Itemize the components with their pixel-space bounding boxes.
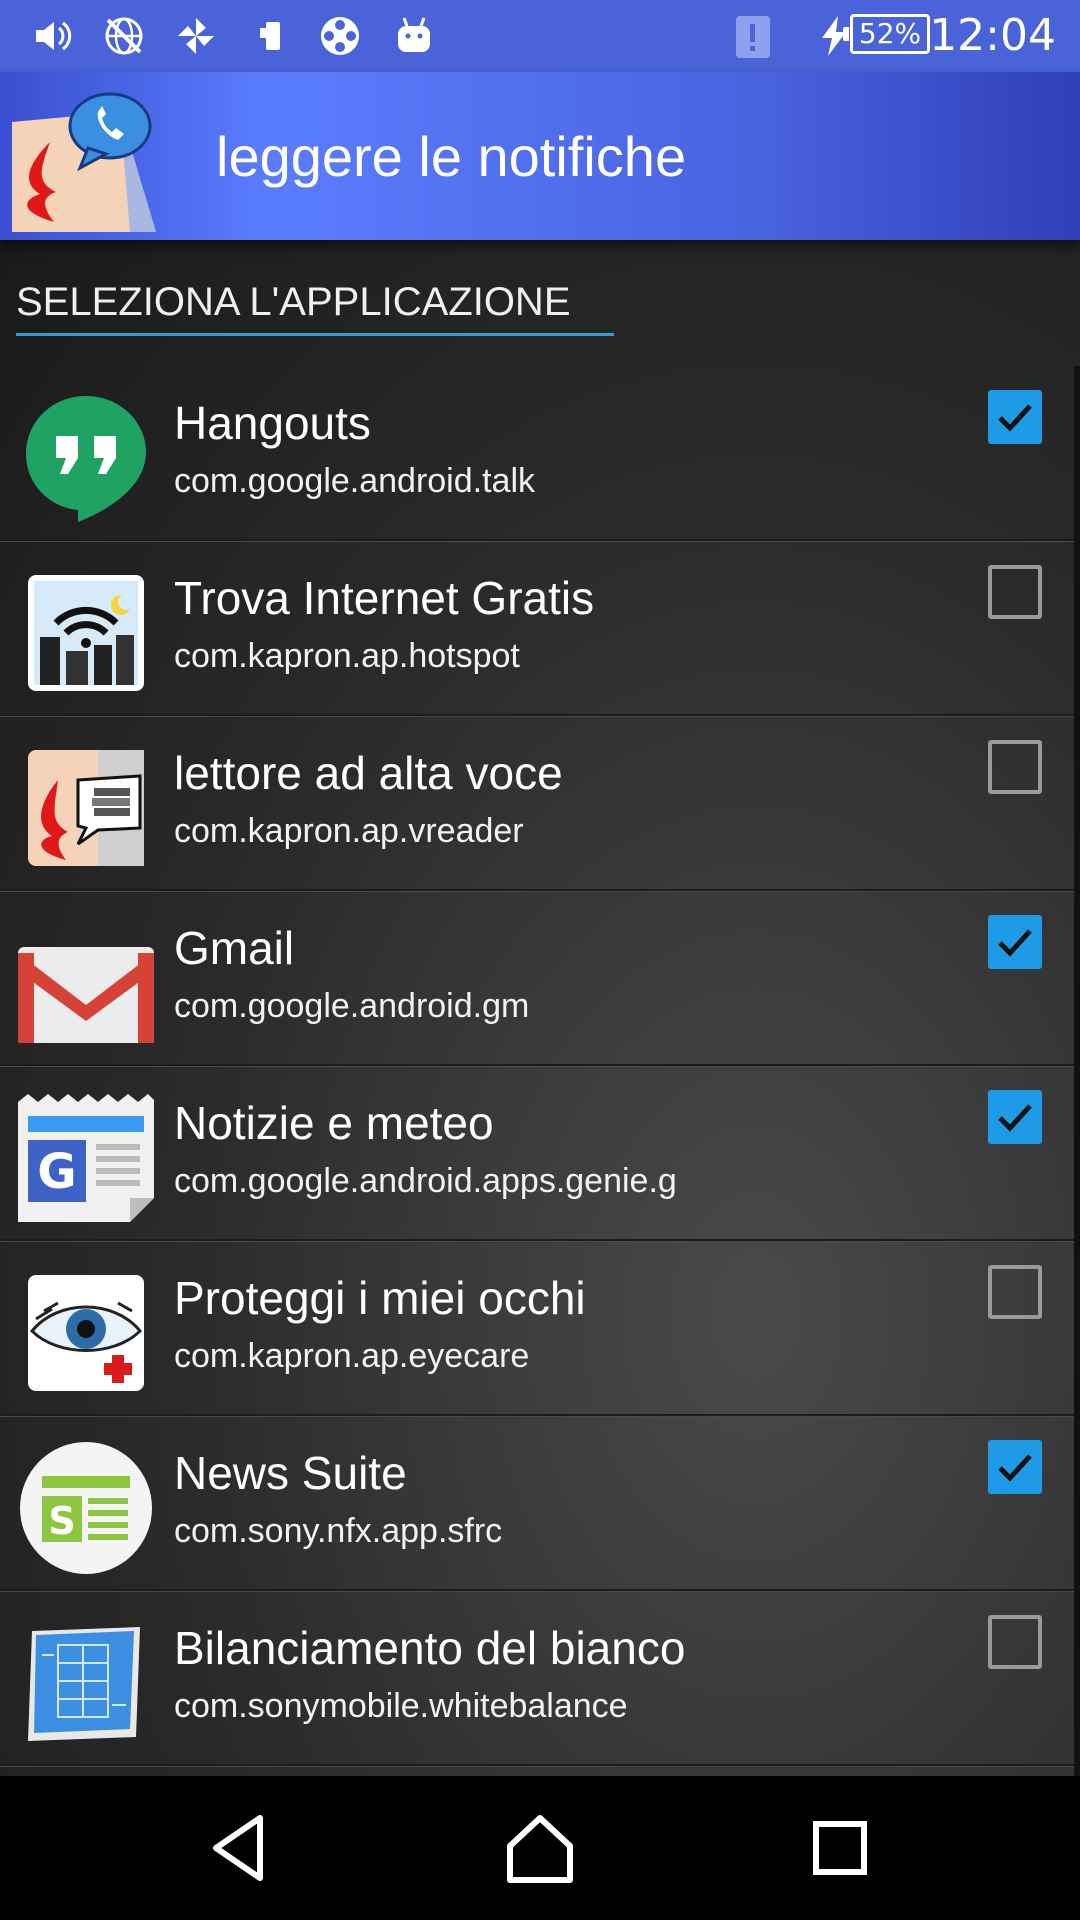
- app-logo-icon: [12, 92, 156, 232]
- app-package: com.sonymobile.whitebalance: [174, 1687, 628, 1725]
- app-checkbox[interactable]: [988, 565, 1042, 619]
- app-checkbox[interactable]: [988, 740, 1042, 794]
- section-header: SELEZIONA L'APPLICAZIONE: [16, 280, 614, 336]
- list-item[interactable]: Bilanciamento del bianco com.sonymobile.…: [0, 1591, 1074, 1766]
- check-icon: [998, 404, 1032, 432]
- news-suite-icon: S: [20, 1442, 152, 1574]
- android-icon: [398, 17, 430, 52]
- app-checkbox[interactable]: [988, 1615, 1042, 1669]
- app-name: Bilanciamento del bianco: [174, 1622, 686, 1674]
- list-item[interactable]: Gmail com.google.android.gm: [0, 891, 1074, 1066]
- app-name: Gmail: [174, 922, 295, 974]
- eye-care-icon: [28, 1275, 144, 1391]
- recents-icon[interactable]: [800, 1808, 880, 1888]
- status-bar: 52% 12:04: [0, 0, 1080, 72]
- reader-lips-icon: [28, 750, 144, 866]
- app-package: com.google.android.gm: [174, 987, 530, 1025]
- hangouts-icon: [26, 396, 146, 522]
- action-bar: leggere le notifiche: [0, 72, 1080, 240]
- app-list: Hangouts com.google.android.talk Trova I…: [0, 366, 1074, 1766]
- app-name: Hangouts: [174, 397, 371, 449]
- app-name: lettore ad alta voce: [174, 747, 563, 799]
- app-checkbox[interactable]: [988, 1265, 1042, 1319]
- list-item[interactable]: S News Suite com.sony.nfx.app.sfrc: [0, 1416, 1074, 1591]
- status-time: 12:04: [929, 10, 1056, 61]
- app-name: Proteggi i miei occhi: [174, 1272, 586, 1324]
- app-package: com.sony.nfx.app.sfrc: [174, 1512, 503, 1550]
- app-name: Notizie e meteo: [174, 1097, 494, 1149]
- list-edge: [1074, 366, 1080, 1776]
- app-package: com.kapron.ap.hotspot: [174, 637, 520, 675]
- battery-indicator: 52%: [843, 14, 930, 54]
- app-package: com.kapron.ap.vreader: [174, 812, 524, 850]
- news-weather-icon: G: [18, 1094, 154, 1222]
- check-icon: [998, 929, 1032, 957]
- app-package: com.google.android.apps.genie.g: [174, 1162, 677, 1200]
- list-item[interactable]: Hangouts com.google.android.talk: [0, 366, 1074, 541]
- white-balance-icon: [28, 1627, 140, 1741]
- screen: 52% 12:04 leggere le notifiche SELEZIONA…: [0, 0, 1080, 1920]
- film-reel-icon: [321, 17, 359, 55]
- wifi-city-icon: [28, 575, 144, 691]
- app-checkbox[interactable]: [988, 1440, 1042, 1494]
- svg-text:S: S: [48, 1499, 75, 1543]
- app-checkbox[interactable]: [988, 390, 1042, 444]
- list-item[interactable]: lettore ad alta voce com.kapron.ap.vread…: [0, 716, 1074, 891]
- notification-alert-icon: [736, 16, 770, 58]
- app-checkbox[interactable]: [988, 1090, 1042, 1144]
- app-name: News Suite: [174, 1447, 407, 1499]
- svg-text:G: G: [37, 1144, 76, 1200]
- back-icon[interactable]: [200, 1808, 280, 1888]
- app-name: Trova Internet Gratis: [174, 572, 595, 624]
- navigation-bar: [0, 1776, 1080, 1920]
- gmail-icon: [18, 947, 154, 1043]
- app-package: com.kapron.ap.eyecare: [174, 1337, 530, 1375]
- check-icon: [998, 1104, 1032, 1132]
- app-list-container[interactable]: SELEZIONA L'APPLICAZIONE Hangouts com.go…: [0, 240, 1080, 1776]
- app-checkbox[interactable]: [988, 915, 1042, 969]
- home-icon[interactable]: [500, 1808, 580, 1888]
- phone-transfer-icon: [260, 22, 280, 50]
- app-package: com.google.android.talk: [174, 462, 536, 500]
- check-icon: [998, 1454, 1032, 1482]
- list-item[interactable]: Trova Internet Gratis com.kapron.ap.hots…: [0, 541, 1074, 716]
- volume-icon: [36, 21, 72, 51]
- no-network-icon: [105, 17, 143, 55]
- list-item[interactable]: G Notizie e meteo com.google.android.app…: [0, 1066, 1074, 1241]
- page-title: leggere le notifiche: [216, 125, 687, 188]
- list-item[interactable]: Proteggi i miei occhi com.kapron.ap.eyec…: [0, 1241, 1074, 1416]
- pinwheel-icon: [178, 18, 214, 54]
